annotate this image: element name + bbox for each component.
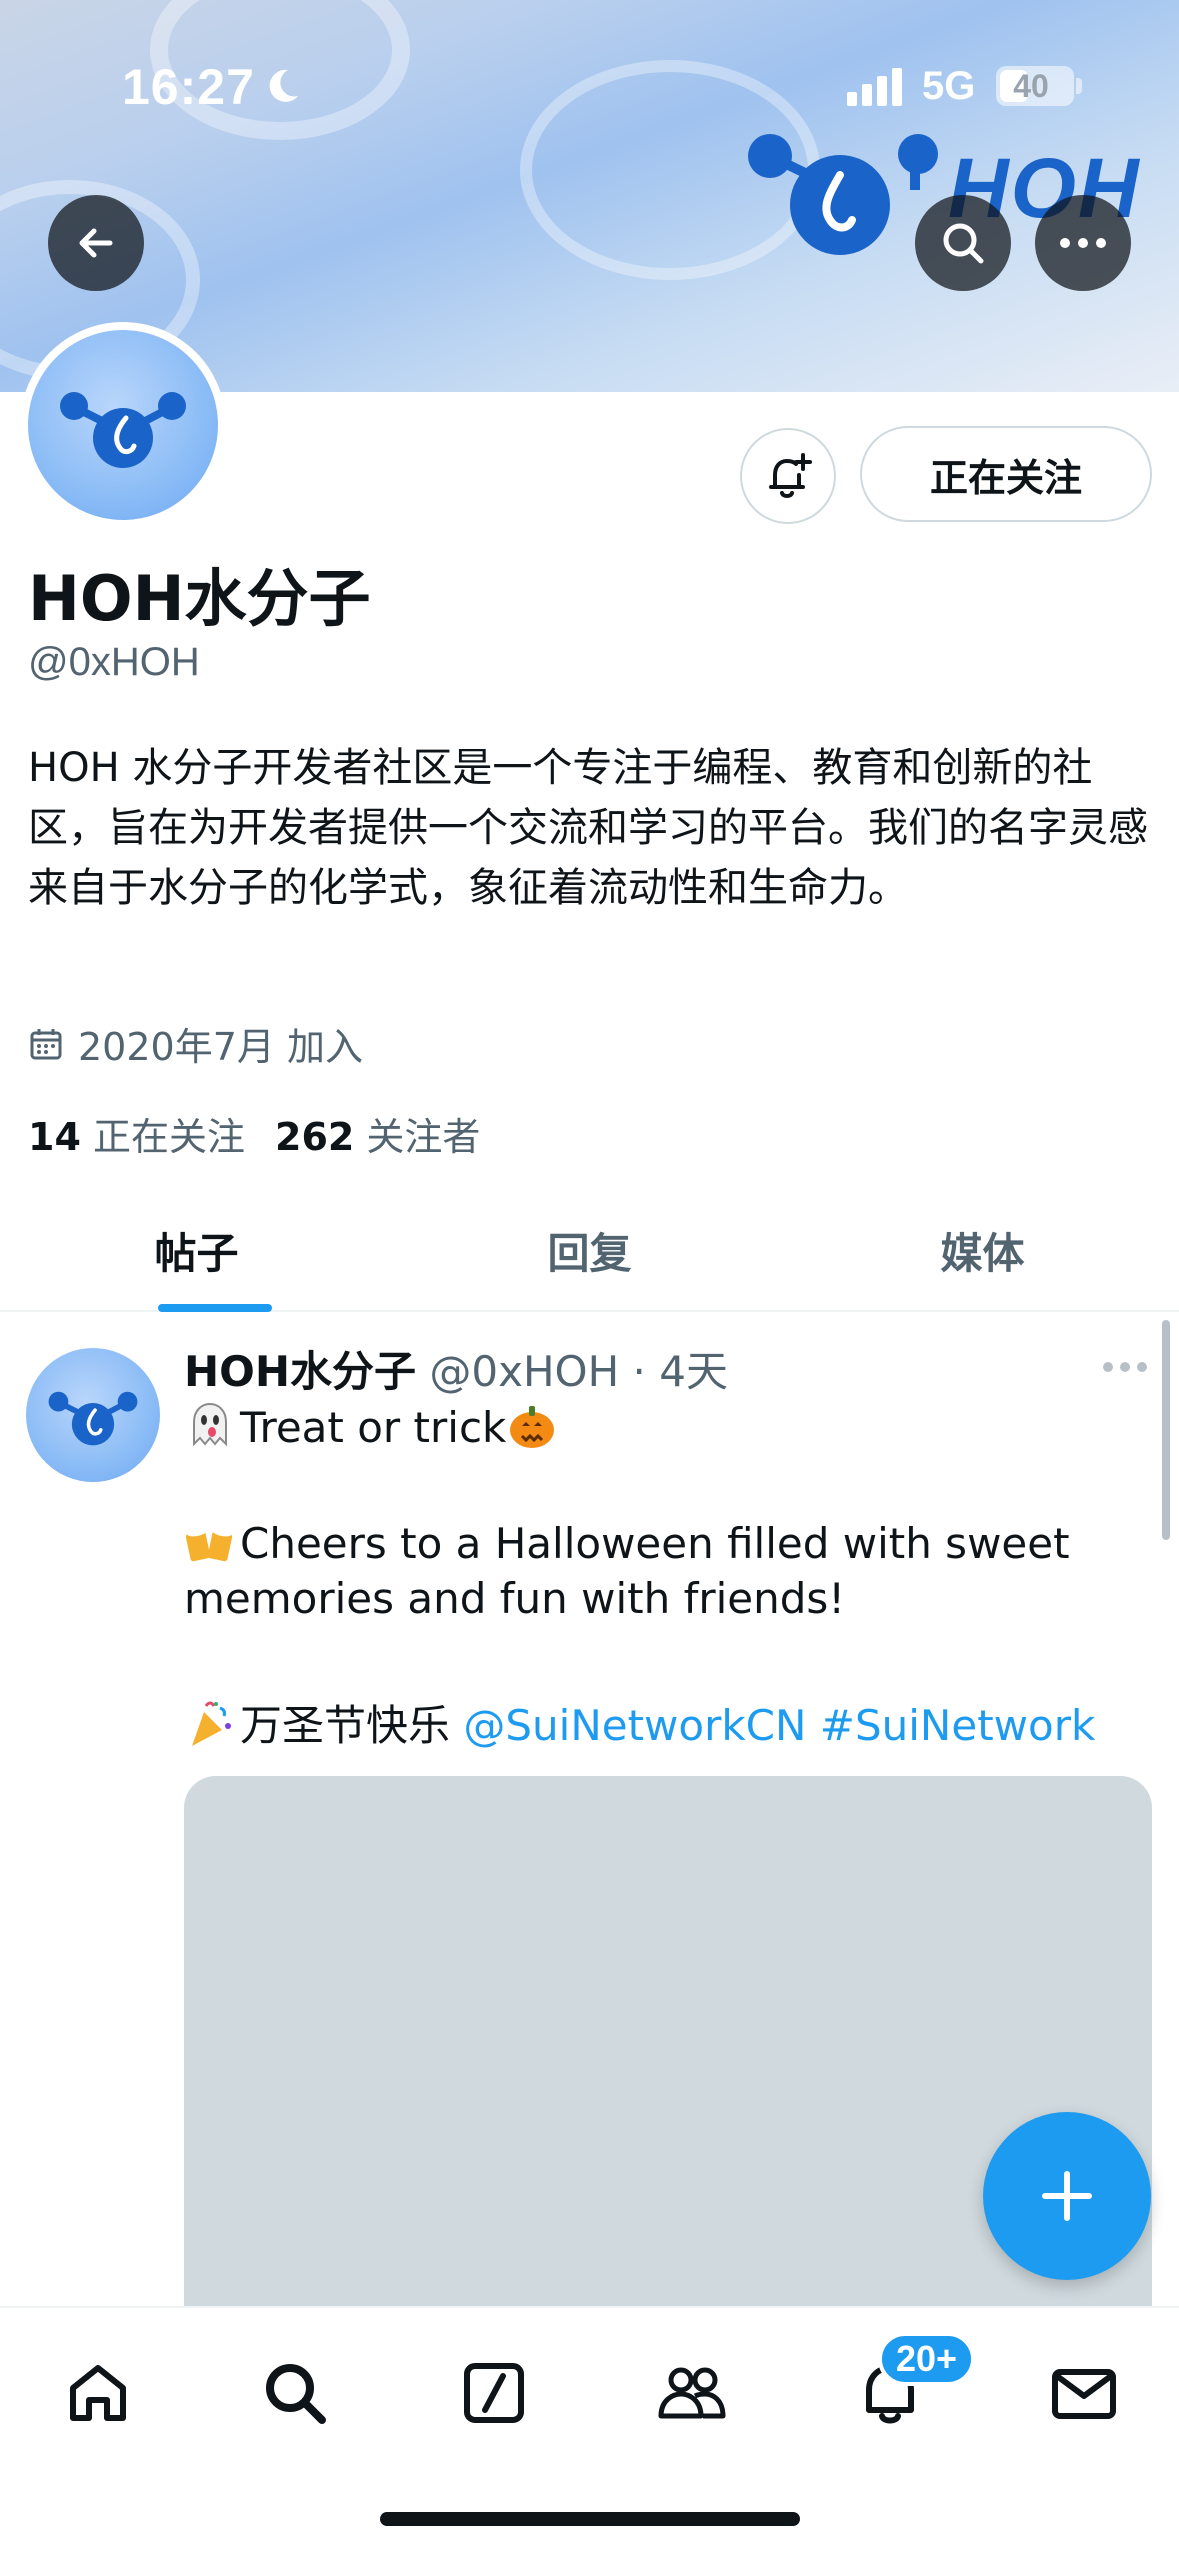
battery-cap (1076, 78, 1082, 94)
compose-post-button[interactable] (983, 2112, 1151, 2280)
tab-label: 回复 (547, 1228, 632, 1278)
post-line-2: Cheers to a Halloween filled with sweet (240, 1519, 1070, 1568)
beer-mugs-emoji-icon (185, 1525, 233, 1562)
home-indicator (380, 2512, 800, 2526)
tab-replies[interactable]: 回复 (393, 1190, 786, 1310)
search-icon (943, 223, 984, 264)
battery-icon: 40 (996, 66, 1074, 106)
following-button[interactable]: 正在关注 (860, 426, 1152, 522)
nav-home[interactable] (53, 2348, 143, 2438)
followers-stat[interactable]: 262 关注者 (275, 1115, 480, 1159)
battery-level: 40 (1013, 68, 1049, 104)
post-meta: @0xHOH · 4天 (429, 1347, 728, 1396)
following-count: 14 (28, 1115, 81, 1159)
followers-label: 关注者 (366, 1115, 481, 1159)
mail-icon (1052, 2369, 1116, 2419)
post-text-line: 万圣节快乐 @SuiNetworkCN #SuiNetwork (184, 1692, 1095, 1753)
notifications-subscribe-button[interactable] (740, 428, 836, 524)
confetti-emoji-icon (192, 1701, 231, 1746)
post-author-avatar[interactable] (26, 1348, 160, 1482)
follow-stats: 14 正在关注 262 关注者 (28, 1106, 480, 1161)
grok-icon (464, 2363, 524, 2423)
post-author-name[interactable]: HOH水分子 (184, 1347, 416, 1396)
more-horizontal-icon (1060, 238, 1106, 248)
home-icon (70, 2365, 126, 2421)
back-button[interactable] (48, 195, 144, 291)
arrow-left-icon (79, 228, 113, 258)
post-text-line: Cheers to a Halloween filled with sweet (184, 1516, 1070, 1568)
nav-messages[interactable] (1039, 2348, 1129, 2438)
profile-handle: @0xHOH (28, 640, 200, 684)
moon-icon (269, 69, 298, 102)
tab-media[interactable]: 媒体 (786, 1190, 1179, 1310)
post-more-icon[interactable] (1100, 1352, 1150, 1382)
nav-search[interactable] (250, 2348, 340, 2438)
hashtag-link[interactable]: #SuiNetwork (820, 1701, 1096, 1750)
search-button[interactable] (915, 195, 1011, 291)
profile-name: HOH水分子 (28, 562, 371, 635)
notifications-badge: 20+ (878, 2332, 976, 2386)
post-line-1: Treat or trick (240, 1403, 507, 1452)
plus-icon (1042, 2171, 1092, 2221)
tab-label: 媒体 (940, 1228, 1025, 1278)
more-options-button[interactable] (1035, 195, 1131, 291)
nav-communities[interactable] (647, 2348, 737, 2438)
following-stat[interactable]: 14 正在关注 (28, 1115, 245, 1159)
profile-banner[interactable]: HOH 16:27 5G 40 (0, 0, 1179, 392)
nav-grok[interactable] (449, 2348, 539, 2438)
joined-date: 2020年7月 加入 (28, 1016, 363, 1071)
pumpkin-emoji-icon (510, 1406, 555, 1448)
search-icon (266, 2364, 326, 2424)
network-label: 5G (922, 64, 976, 108)
bell-plus-icon (769, 453, 812, 498)
post-line-3: memories and fun with friends! (184, 1574, 846, 1623)
active-tab-indicator (158, 1304, 272, 1312)
calendar-icon (30, 1028, 62, 1059)
joined-text: 2020年7月 加入 (78, 1025, 363, 1069)
scrollbar[interactable] (1162, 1320, 1170, 1540)
mention-link[interactable]: @SuiNetworkCN (463, 1701, 806, 1750)
hoh-avatar-logo-icon (60, 392, 186, 468)
avatar-image (28, 330, 218, 520)
profile-avatar[interactable] (20, 322, 226, 528)
hoh-avatar-logo-icon (48, 1391, 138, 1446)
post-text-line: Treat or trick (184, 1400, 562, 1452)
profile-bio: HOH 水分子开发者社区是一个专注于编程、教育和创新的社区，旨在为开发者提供一个… (28, 745, 1148, 911)
followers-count: 262 (275, 1115, 355, 1159)
tab-posts[interactable]: 帖子 (0, 1190, 393, 1310)
communities-icon (658, 2367, 726, 2419)
post-text-line: memories and fun with friends! (184, 1574, 845, 1623)
post-header: HOH水分子 @0xHOH · 4天 (184, 1338, 728, 1399)
profile-tabs: 帖子 回复 媒体 (0, 1190, 1179, 1312)
post-line-4: 万圣节快乐 (240, 1701, 451, 1750)
status-time: 16:27 (122, 59, 255, 115)
tab-label: 帖子 (154, 1228, 239, 1278)
ghost-emoji-icon (193, 1402, 227, 1447)
following-label: 正在关注 (92, 1115, 245, 1159)
signal-icon (847, 68, 902, 106)
